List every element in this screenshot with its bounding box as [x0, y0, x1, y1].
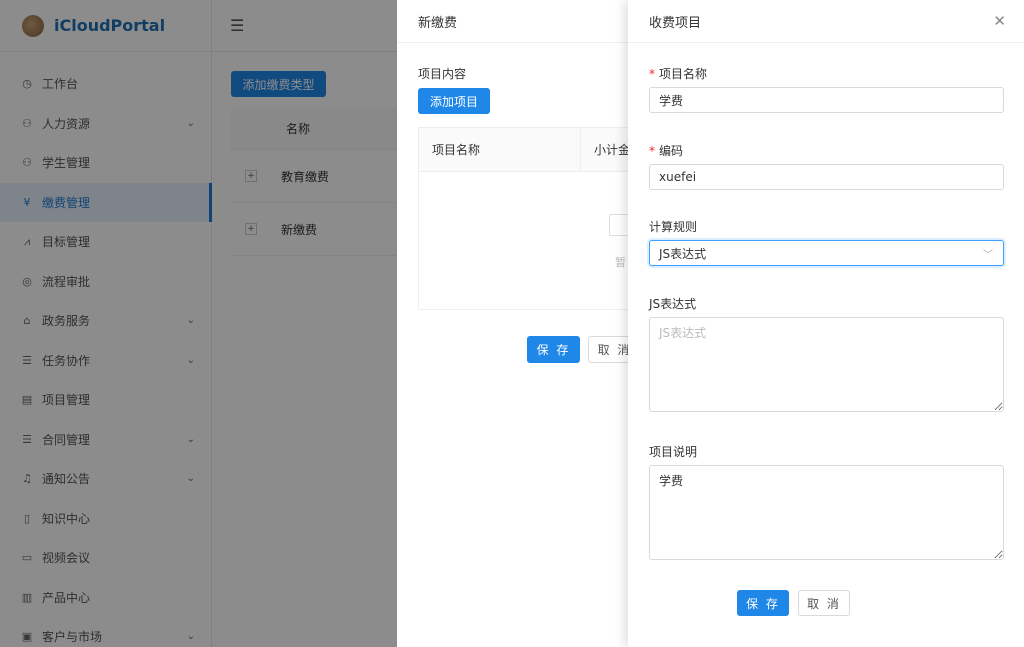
required-mark: * — [649, 67, 655, 81]
code-label: 编码 — [659, 144, 684, 158]
calc-rule-select[interactable]: JS表达式 ﹀ — [649, 240, 1004, 266]
description-field: 项目说明 学费 — [649, 443, 1004, 560]
required-mark: * — [649, 144, 655, 158]
calc-rule-label: 计算规则 — [649, 220, 698, 234]
item-name-input[interactable]: 学费 — [649, 87, 1004, 113]
description-textarea[interactable]: 学费 — [649, 465, 1004, 560]
column-subtotal: 小计金 — [594, 143, 631, 157]
calc-rule-value: JS表达式 — [659, 246, 707, 261]
drawer-title: 收费项目 — [649, 15, 702, 31]
code-field: * 编码 xuefei — [649, 142, 1004, 190]
expression-label: JS表达式 — [649, 297, 697, 311]
chevron-down-icon: ﹀ — [983, 250, 993, 261]
calc-rule-field: 计算规则 JS表达式 ﹀ — [649, 218, 1004, 266]
empty-text: 暂 — [615, 256, 626, 269]
close-icon[interactable]: ✕ — [993, 12, 1006, 30]
expression-textarea[interactable] — [649, 317, 1004, 412]
add-item-button[interactable]: 添加项目 — [418, 88, 490, 114]
description-label: 项目说明 — [649, 445, 698, 459]
item-name-field: * 项目名称 学费 — [649, 65, 1004, 113]
items-table-header: 项目名称 小计金 — [419, 127, 657, 172]
save-button[interactable]: 保 存 — [527, 336, 580, 363]
column-item-name: 项目名称 — [419, 127, 581, 172]
save-button[interactable]: 保 存 — [737, 590, 789, 616]
content-label: 项目内容 — [418, 67, 467, 81]
cancel-button[interactable]: 取 消 — [798, 590, 850, 616]
items-table: 项目名称 小计金 暂 — [418, 127, 658, 310]
item-name-label: 项目名称 — [659, 67, 708, 81]
code-input[interactable]: xuefei — [649, 164, 1004, 190]
expression-field: JS表达式 — [649, 295, 1004, 412]
fee-item-drawer: 收费项目 ✕ * 项目名称 学费 * 编码 xuefei 计算规则 JS表达式 ﹀ … — [628, 0, 1024, 647]
drawer-header: 收费项目 ✕ — [628, 0, 1024, 43]
